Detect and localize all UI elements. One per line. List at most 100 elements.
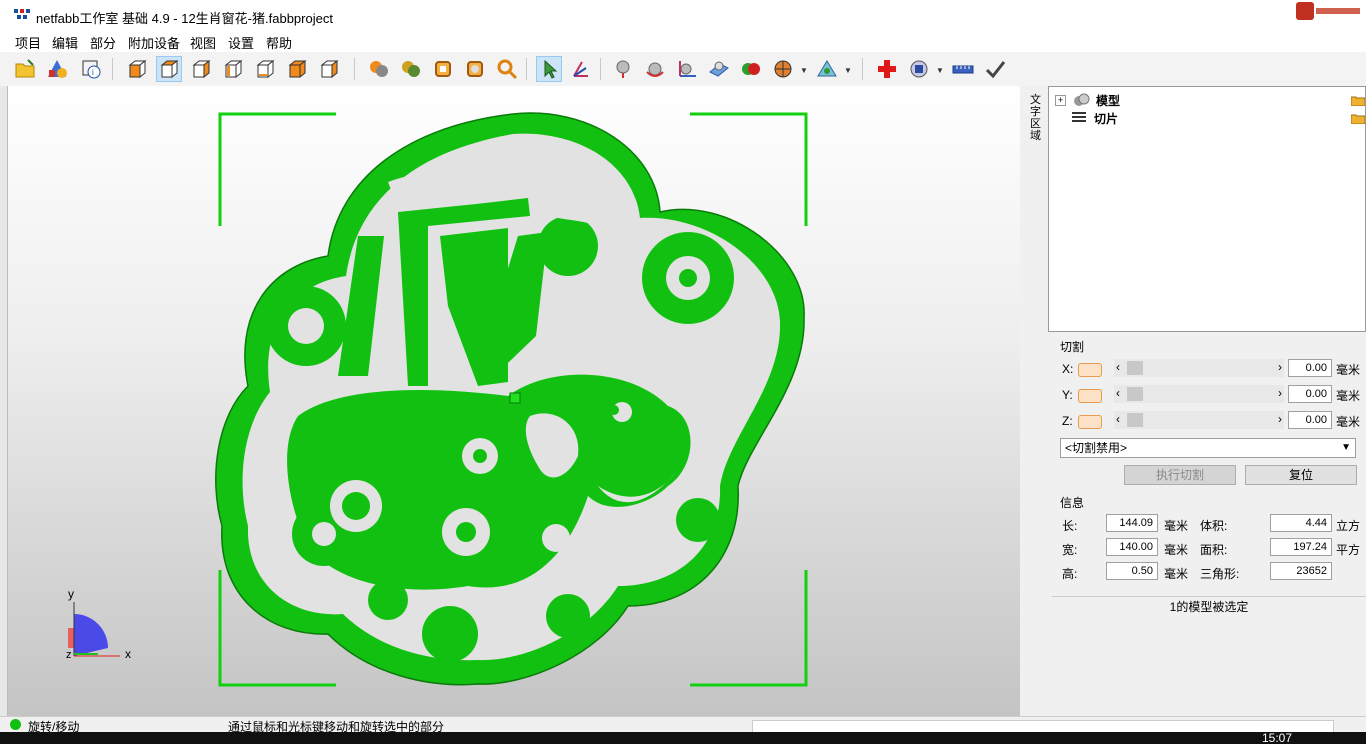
color-parts-icon[interactable] bbox=[366, 56, 392, 82]
chevron-down-icon: ▼ bbox=[1341, 442, 1351, 453]
tree-item-label: 切片 bbox=[1094, 111, 1119, 126]
cut-x-unit: 毫米 bbox=[1336, 363, 1361, 377]
left-edge bbox=[0, 86, 8, 716]
window-title: netfabb工作室 基础 4.9 - 12生肖窗花-猪.fabbproject bbox=[36, 11, 333, 26]
cut-mode-value: <切割禁用> bbox=[1065, 441, 1128, 455]
os-taskbar: 15:07 bbox=[0, 732, 1366, 744]
svg-text:i: i bbox=[92, 68, 94, 77]
menu-extras[interactable]: 附加设备 bbox=[128, 33, 180, 52]
light-dropdown-icon[interactable]: ▼ bbox=[844, 66, 852, 75]
properties-panel: 切割 X: ‹ › 0.00 毫米 Y: ‹ › 0.00 毫米 Z: ‹ › 0.0… bbox=[1052, 332, 1366, 716]
axis-z-label: z bbox=[66, 649, 72, 661]
measure-plane-icon[interactable] bbox=[706, 56, 732, 82]
view-left-icon[interactable] bbox=[188, 56, 214, 82]
folder-icon[interactable] bbox=[1351, 95, 1365, 106]
menu-help[interactable]: 帮助 bbox=[266, 33, 292, 52]
view-front-icon[interactable] bbox=[124, 56, 150, 82]
view-back-icon[interactable] bbox=[156, 56, 182, 82]
info-length-unit: 毫米 bbox=[1164, 519, 1189, 533]
cut-section-title: 切割 bbox=[1060, 340, 1085, 354]
info-length-label: 长: bbox=[1062, 519, 1078, 533]
view-iso-icon[interactable] bbox=[316, 56, 342, 82]
move-axis-icon[interactable] bbox=[568, 56, 594, 82]
camera-icon[interactable] bbox=[906, 56, 932, 82]
cut-axis-x-label: X: bbox=[1062, 362, 1074, 376]
cut-y-toggle[interactable] bbox=[1078, 389, 1102, 403]
cut-mode-select[interactable]: <切割禁用> ▼ bbox=[1060, 438, 1356, 458]
tree-item-slices[interactable]: 切片 bbox=[1070, 109, 1118, 127]
reset-button[interactable]: 复位 bbox=[1245, 465, 1357, 485]
chevron-right-icon: › bbox=[1278, 412, 1282, 426]
cut-z-input[interactable]: 0.00 bbox=[1288, 411, 1332, 429]
axis-gizmo: y x z bbox=[66, 587, 131, 661]
menu-view[interactable]: 视图 bbox=[190, 33, 216, 52]
info-height-unit: 毫米 bbox=[1164, 567, 1189, 581]
watermark-logo bbox=[1286, 0, 1366, 22]
side-tab-label: 文字区域 bbox=[1030, 94, 1041, 142]
cut-z-toggle[interactable] bbox=[1078, 415, 1102, 429]
cut-y-input[interactable]: 0.00 bbox=[1288, 385, 1332, 403]
project-tree: + 模型 切片 bbox=[1048, 86, 1366, 332]
slices-icon bbox=[1072, 112, 1086, 122]
info-width-value: 140.00 bbox=[1106, 538, 1158, 556]
axis-x-label: x bbox=[125, 647, 131, 661]
menu-settings[interactable]: 设置 bbox=[228, 33, 254, 52]
folder-icon[interactable] bbox=[1351, 113, 1365, 124]
axes-icon[interactable] bbox=[674, 56, 700, 82]
info-volume-value: 4.44 bbox=[1270, 514, 1332, 532]
cut-x-input[interactable]: 0.00 bbox=[1288, 359, 1332, 377]
taskbar-clock: 15:07 bbox=[1262, 732, 1293, 744]
menu-project[interactable]: 项目 bbox=[15, 33, 41, 52]
shading-dropdown-icon[interactable]: ▼ bbox=[800, 66, 808, 75]
chevron-left-icon: ‹ bbox=[1116, 360, 1120, 374]
zoom-icon[interactable] bbox=[494, 56, 520, 82]
papercut-pig-model bbox=[215, 112, 805, 686]
execute-cut-button[interactable]: 执行切割 bbox=[1124, 465, 1236, 485]
slice-view-icon[interactable] bbox=[462, 56, 488, 82]
info-volume-label: 体积: bbox=[1200, 519, 1228, 533]
cut-y-slider[interactable]: ‹ › bbox=[1114, 385, 1284, 403]
cut-axis-z-label: Z: bbox=[1062, 414, 1073, 428]
cut-z-unit: 毫米 bbox=[1336, 415, 1361, 429]
chevron-left-icon: ‹ bbox=[1116, 386, 1120, 400]
part-info-icon[interactable]: i bbox=[78, 56, 104, 82]
info-height-value: 0.50 bbox=[1106, 562, 1158, 580]
cut-x-slider[interactable]: ‹ › bbox=[1114, 359, 1284, 377]
color-mode-icon[interactable] bbox=[738, 56, 764, 82]
open-project-icon[interactable] bbox=[12, 56, 38, 82]
cut-axis-y-label: Y: bbox=[1062, 388, 1073, 402]
color-textures-icon[interactable] bbox=[398, 56, 424, 82]
confirm-check-icon[interactable] bbox=[982, 56, 1008, 82]
info-area-value: 197.24 bbox=[1270, 538, 1332, 556]
expand-icon[interactable]: + bbox=[1055, 94, 1066, 106]
cut-y-unit: 毫米 bbox=[1336, 389, 1361, 403]
side-tab[interactable]: 文字区域 bbox=[1026, 86, 1048, 716]
title-bar: netfabb工作室 基础 4.9 - 12生肖窗花-猪.fabbproject bbox=[0, 0, 1366, 30]
rotate-icon[interactable] bbox=[642, 56, 668, 82]
light-icon[interactable] bbox=[814, 56, 840, 82]
cut-z-slider[interactable]: ‹ › bbox=[1114, 411, 1284, 429]
camera-dropdown-icon[interactable]: ▼ bbox=[936, 66, 944, 75]
info-volume-unit: 立方 bbox=[1336, 519, 1361, 533]
view-bottom-icon[interactable] bbox=[284, 56, 310, 82]
menu-part[interactable]: 部分 bbox=[90, 33, 116, 52]
status-bar: 旋转/移动 通过鼠标和光标键移动和旋转选中的部分 bbox=[0, 716, 1366, 734]
tree-item-models[interactable]: + 模型 bbox=[1055, 91, 1120, 109]
add-part-icon[interactable] bbox=[44, 56, 70, 82]
cut-x-toggle[interactable] bbox=[1078, 363, 1102, 377]
info-area-label: 面积: bbox=[1200, 543, 1228, 557]
select-cursor-icon[interactable] bbox=[536, 56, 562, 82]
repair-icon[interactable] bbox=[874, 56, 900, 82]
ruler-icon[interactable] bbox=[950, 56, 976, 82]
model-view[interactable]: y x z bbox=[8, 86, 1020, 716]
view-top-icon[interactable] bbox=[252, 56, 278, 82]
center-icon[interactable] bbox=[610, 56, 636, 82]
viewport-3d[interactable]: y x z bbox=[8, 86, 1020, 716]
view-right-icon[interactable] bbox=[220, 56, 246, 82]
info-width-label: 宽: bbox=[1062, 543, 1078, 557]
info-area-unit: 平方 bbox=[1336, 543, 1361, 557]
shading-icon[interactable] bbox=[770, 56, 796, 82]
models-icon bbox=[1074, 93, 1090, 106]
wireframe-icon[interactable] bbox=[430, 56, 456, 82]
menu-edit[interactable]: 编辑 bbox=[52, 33, 78, 52]
